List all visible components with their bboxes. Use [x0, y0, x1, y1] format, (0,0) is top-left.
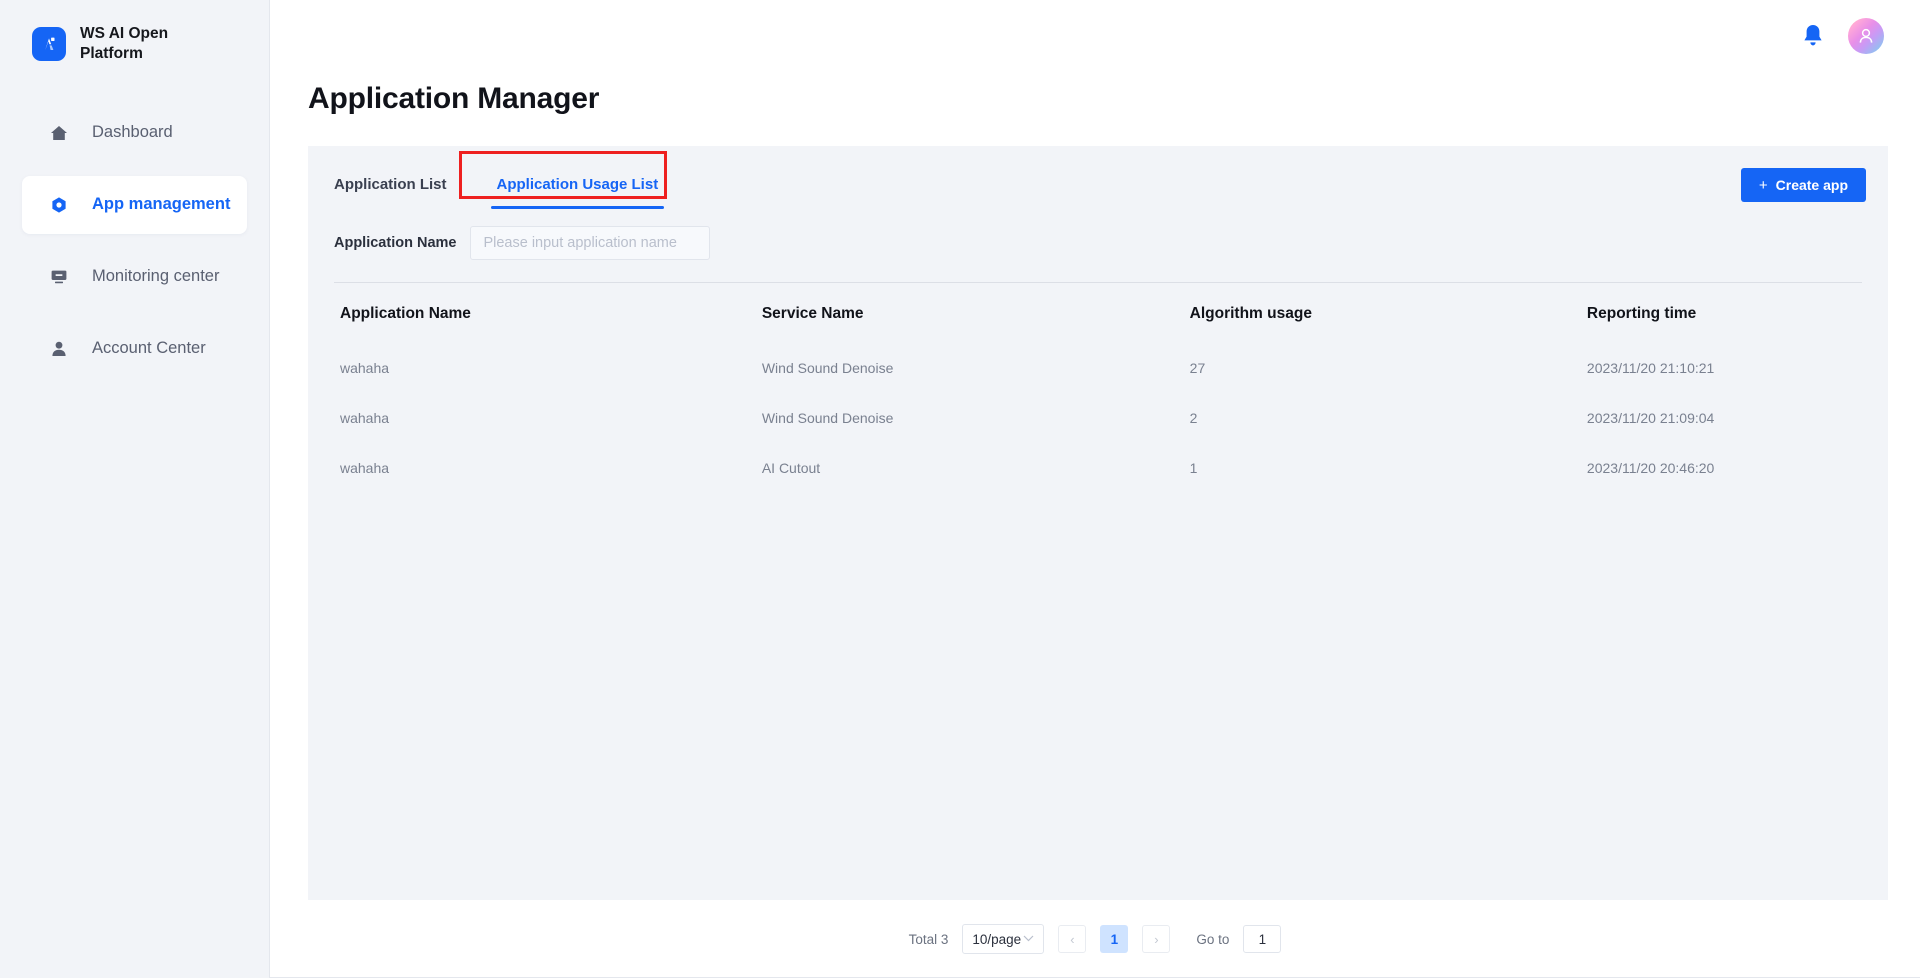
tab-label: Application Usage List — [496, 176, 659, 193]
brand[interactable]: WS AI Open Platform — [0, 0, 269, 64]
bell-icon[interactable] — [1800, 22, 1826, 50]
column-header-reporting-time: Reporting time — [1586, 305, 1697, 322]
sidebar-item-label: Account Center — [92, 339, 206, 358]
cell-algorithm-usage: 27 — [1189, 360, 1206, 376]
application-name-input[interactable] — [470, 226, 711, 260]
sidebar-item-dashboard[interactable]: Dashboard — [22, 104, 247, 162]
pagination-page-number: 1 — [1110, 931, 1119, 947]
column-header-algorithm-usage: Algorithm usage — [1189, 305, 1312, 322]
brand-name: WS AI Open Platform — [80, 25, 169, 62]
create-app-button[interactable]: + Create app — [1740, 168, 1866, 202]
tab-label: Application List — [334, 176, 447, 193]
sidebar: WS AI Open Platform Dashboard App manage… — [0, 0, 270, 978]
ws-logo-icon — [32, 26, 66, 61]
sidebar-item-label: Monitoring center — [92, 267, 220, 286]
topbar — [270, 0, 1920, 72]
cell-algorithm-usage: 1 — [1189, 460, 1198, 476]
avatar-user-icon — [1859, 28, 1873, 43]
cell-service-name: AI Cutout — [761, 460, 821, 476]
monitor-icon — [48, 266, 70, 288]
page-size-select[interactable]: 10/page — [962, 924, 1045, 954]
sidebar-item-app-management[interactable]: App management — [22, 175, 247, 234]
chevron-down-icon — [1023, 933, 1034, 945]
application-name-label: Application Name — [334, 235, 457, 251]
page-size-value: 10/page — [972, 931, 1022, 947]
column-header-application-name: Application Name — [340, 305, 471, 322]
cell-reporting-time: 2023/11/20 21:10:21 — [1586, 360, 1715, 376]
cell-reporting-time: 2023/11/20 20:46:20 — [1586, 460, 1715, 476]
chevron-left-icon: ‹ — [1070, 931, 1075, 947]
table-row[interactable]: wahaha Wind Sound Denoise 27 2023/11/20 … — [334, 343, 1862, 393]
avatar[interactable] — [1848, 18, 1884, 54]
cell-service-name: Wind Sound Denoise — [761, 410, 894, 426]
tab-application-usage-list[interactable]: Application Usage List — [469, 168, 687, 209]
table-row[interactable]: wahaha Wind Sound Denoise 2 2023/11/20 2… — [334, 393, 1862, 443]
sidebar-item-monitoring-center[interactable]: Monitoring center — [22, 248, 247, 306]
column-header-service-name: Service Name — [761, 305, 864, 322]
table-row[interactable]: wahaha AI Cutout 1 2023/11/20 20:46:20 — [334, 443, 1862, 493]
plus-icon: + — [1758, 176, 1768, 194]
user-icon — [48, 338, 70, 360]
sidebar-item-account-center[interactable]: Account Center — [22, 320, 247, 378]
tab-application-list[interactable]: Application List — [334, 168, 469, 203]
cell-application-name: wahaha — [340, 460, 390, 476]
cell-algorithm-usage: 2 — [1189, 410, 1198, 426]
sidebar-item-label: Dashboard — [92, 123, 173, 142]
main-content: Application Manager Application List App… — [270, 0, 1920, 978]
cell-service-name: Wind Sound Denoise — [761, 360, 894, 376]
pagination-goto-label: Go to — [1196, 931, 1230, 947]
usage-table: Application Name Service Name Algorithm … — [334, 283, 1862, 493]
application-window: WS AI Open Platform Dashboard App manage… — [0, 0, 1920, 978]
home-icon — [48, 122, 70, 144]
hexagon-icon — [48, 194, 70, 216]
cell-reporting-time: 2023/11/20 21:09:04 — [1586, 410, 1715, 426]
page-title: Application Manager — [308, 82, 600, 115]
sidebar-nav: Dashboard App management Monitoring cent… — [0, 104, 269, 378]
pagination-prev-button[interactable]: ‹ — [1058, 925, 1087, 953]
cell-application-name: wahaha — [340, 410, 390, 426]
filter-bar: Application Name — [308, 220, 1888, 260]
create-app-label: Create app — [1775, 177, 1848, 193]
tab-bar: Application List Application Usage List … — [308, 146, 1888, 220]
chevron-right-icon: › — [1154, 931, 1159, 947]
table-header-row: Application Name Service Name Algorithm … — [334, 283, 1862, 343]
pagination-goto-input[interactable] — [1243, 925, 1282, 953]
pagination-total: Total 3 — [908, 931, 949, 947]
application-usage-card: Application List Application Usage List … — [308, 146, 1888, 900]
pagination-page-1[interactable]: 1 — [1100, 925, 1129, 953]
sidebar-item-label: App management — [92, 195, 231, 214]
cell-application-name: wahaha — [340, 360, 390, 376]
pagination: Total 3 10/page ‹ 1 › Go to — [270, 924, 1920, 954]
pagination-next-button[interactable]: › — [1142, 925, 1171, 953]
